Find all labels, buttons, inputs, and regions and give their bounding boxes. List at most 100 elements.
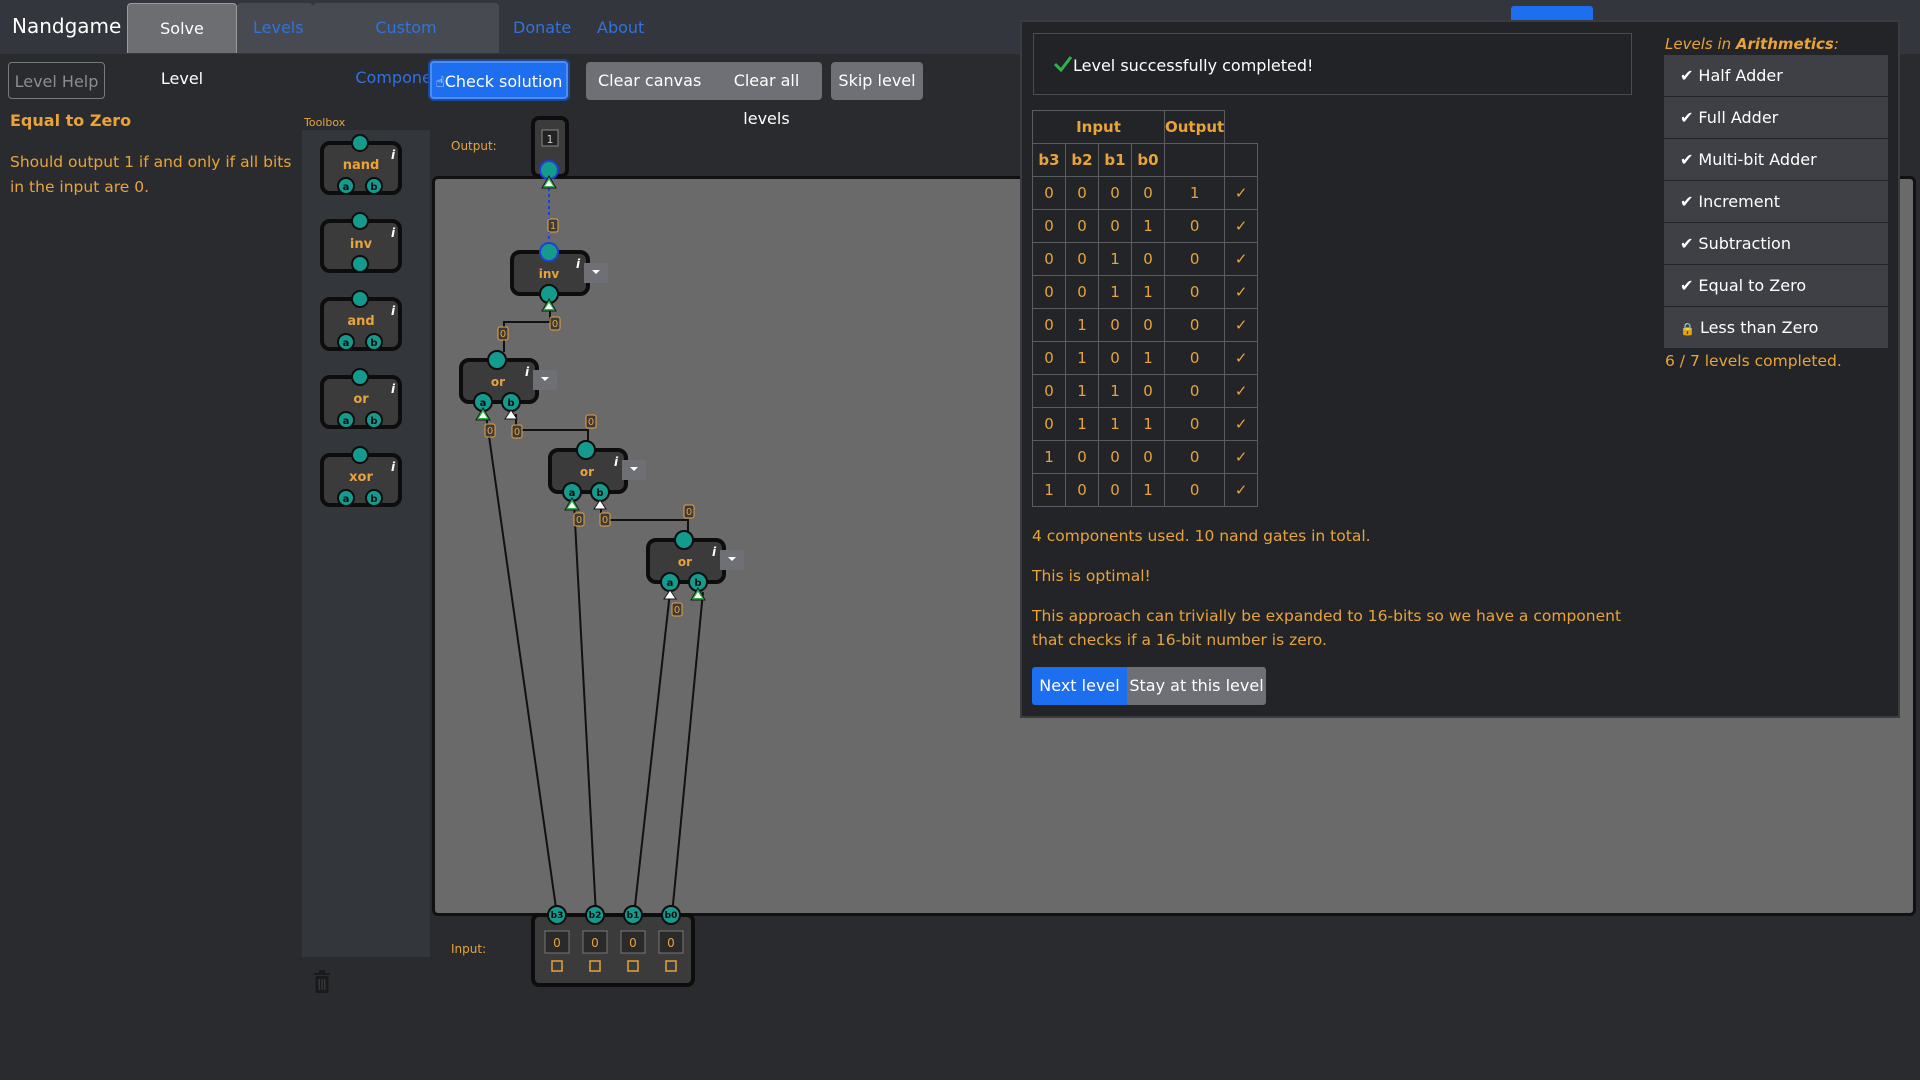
row-check-icon: ✓ bbox=[1224, 440, 1259, 474]
truth-table-cell: 0 bbox=[1065, 242, 1099, 276]
truth-table-cell: 0 bbox=[1131, 374, 1165, 408]
svg-text:b: b bbox=[507, 398, 514, 409]
truth-table-row: 0 0 1 1 0 ✓ bbox=[1032, 275, 1259, 309]
check-icon: ✔ bbox=[1680, 276, 1694, 295]
truth-table-cell: 1 bbox=[1131, 473, 1165, 507]
level-item-label: Full Adder bbox=[1698, 108, 1779, 127]
truth-table-cell: 0 bbox=[1131, 308, 1165, 342]
svg-text:0: 0 bbox=[552, 319, 558, 330]
row-check-icon: ✓ bbox=[1224, 341, 1259, 375]
truth-table-cell: 0 bbox=[1098, 308, 1132, 342]
stay-at-level-button[interactable]: Stay at this level bbox=[1127, 667, 1266, 705]
gate-or-label: or bbox=[678, 555, 692, 569]
truth-table-cell: 1 bbox=[1098, 407, 1132, 441]
svg-text:b: b bbox=[596, 488, 603, 499]
levels-progress: 6 / 7 levels completed. bbox=[1665, 352, 1842, 370]
checkmark-icon bbox=[1053, 56, 1073, 73]
svg-text:b: b bbox=[370, 182, 377, 193]
svg-text:0: 0 bbox=[487, 426, 493, 437]
truth-table-cell: 1 bbox=[1131, 407, 1165, 441]
svg-text:b: b bbox=[370, 338, 377, 349]
truth-table-row: 0 0 0 0 1 ✓ bbox=[1032, 176, 1259, 210]
truth-table-cell: 0 bbox=[1032, 209, 1066, 243]
svg-text:a: a bbox=[343, 494, 350, 505]
truth-table-cell: 1 bbox=[1065, 407, 1099, 441]
svg-text:0: 0 bbox=[588, 417, 594, 428]
gate-or-2[interactable]: or i a b bbox=[548, 440, 646, 511]
row-check-icon: ✓ bbox=[1224, 176, 1259, 210]
level-item-label: Equal to Zero bbox=[1698, 276, 1807, 295]
toolbox-or[interactable]: or i a b bbox=[320, 368, 402, 429]
svg-text:a: a bbox=[343, 182, 350, 193]
toolbox-inv[interactable]: inv i bbox=[320, 212, 402, 273]
truth-table-cell: 0 bbox=[1163, 242, 1226, 276]
svg-text:0: 0 bbox=[674, 605, 680, 616]
truth-table-cell: 0 bbox=[1065, 209, 1099, 243]
truth-table-cell: 0 bbox=[1163, 341, 1226, 375]
gate-or-label: or bbox=[491, 375, 505, 389]
check-icon: ✔ bbox=[1680, 108, 1694, 127]
toolbox-xor-label: xor bbox=[349, 470, 373, 485]
lock-icon: 🔒 bbox=[1680, 322, 1695, 336]
check-icon: ✔ bbox=[1680, 192, 1694, 211]
toolbox-and-label: and bbox=[347, 314, 374, 329]
level-item-less-than-zero[interactable]: 🔒 Less than Zero bbox=[1664, 307, 1888, 348]
pin-b1: b1 bbox=[627, 911, 640, 921]
truth-table-input-header: Input bbox=[1032, 110, 1165, 144]
level-item-increment[interactable]: ✔ Increment bbox=[1664, 181, 1888, 222]
truth-table-cell: 1 bbox=[1065, 308, 1099, 342]
truth-table-cell: 0 bbox=[1032, 275, 1066, 309]
level-item-subtraction[interactable]: ✔ Subtraction bbox=[1664, 223, 1888, 264]
truth-table-cell: 0 bbox=[1032, 407, 1066, 441]
column-header-b1: b1 bbox=[1098, 143, 1132, 177]
result-summary: 4 components used. 10 nand gates in tota… bbox=[1032, 527, 1371, 545]
toolbox-inv-label: inv bbox=[350, 237, 373, 252]
input-value-b0: 0 bbox=[667, 936, 675, 950]
truth-table-cell: 1 bbox=[1098, 242, 1132, 276]
svg-text:0: 0 bbox=[602, 515, 608, 526]
pin-b3: b3 bbox=[551, 911, 564, 921]
level-item-label: Subtraction bbox=[1698, 234, 1791, 253]
level-item-multi-bit-adder[interactable]: ✔ Multi-bit Adder bbox=[1664, 139, 1888, 180]
result-optimal: This is optimal! bbox=[1032, 567, 1151, 585]
truth-table-row: 1 0 0 1 0 ✓ bbox=[1032, 473, 1259, 507]
toolbox-xor[interactable]: xor i a b bbox=[320, 446, 402, 507]
level-item-half-adder[interactable]: ✔ Half Adder bbox=[1664, 55, 1888, 96]
row-check-icon: ✓ bbox=[1224, 473, 1259, 507]
gate-or-3[interactable]: or i a b bbox=[646, 530, 744, 601]
column-header-b2: b2 bbox=[1065, 143, 1099, 177]
truth-table-row: 0 1 1 1 0 ✓ bbox=[1032, 407, 1259, 441]
truth-table-cell: 0 bbox=[1163, 407, 1226, 441]
truth-table-row: 0 1 1 0 0 ✓ bbox=[1032, 374, 1259, 408]
level-item-full-adder[interactable]: ✔ Full Adder bbox=[1664, 97, 1888, 138]
truth-table-cell: 0 bbox=[1098, 473, 1132, 507]
toolbox-and[interactable]: and i a b bbox=[320, 290, 402, 351]
input-value-b3: 0 bbox=[553, 936, 561, 950]
row-check-icon: ✓ bbox=[1224, 209, 1259, 243]
gate-or-1[interactable]: or i a b bbox=[459, 350, 557, 421]
truth-table-cell: 1 bbox=[1163, 176, 1226, 210]
truth-table-cell: 0 bbox=[1032, 374, 1066, 408]
truth-table-cell: 1 bbox=[1065, 374, 1099, 408]
level-item-equal-to-zero[interactable]: ✔ Equal to Zero bbox=[1664, 265, 1888, 306]
input-node[interactable]: b3 b2 b1 b0 0 0 0 0 bbox=[531, 905, 695, 987]
truth-table-row: 0 1 0 1 0 ✓ bbox=[1032, 341, 1259, 375]
svg-text:a: a bbox=[343, 338, 350, 349]
output-value: 1 bbox=[547, 133, 554, 146]
truth-table-row: 0 1 0 0 0 ✓ bbox=[1032, 308, 1259, 342]
truth-table-cell: 1 bbox=[1131, 209, 1165, 243]
result-note: This approach can trivially be expanded … bbox=[1032, 607, 1622, 649]
truth-table-cell: 0 bbox=[1098, 209, 1132, 243]
toolbox-nand[interactable]: nand i a b bbox=[320, 134, 402, 195]
svg-text:0: 0 bbox=[686, 507, 692, 518]
truth-table-cell: 0 bbox=[1098, 440, 1132, 474]
level-item-label: Half Adder bbox=[1698, 66, 1783, 85]
svg-text:b: b bbox=[370, 416, 377, 427]
gate-inv[interactable]: inv i bbox=[510, 242, 608, 312]
top-blue-button[interactable] bbox=[1511, 6, 1593, 20]
levels-list: ✔ Half Adder ✔ Full Adder ✔ Multi-bit Adder ✔ I… bbox=[1664, 55, 1888, 349]
output-node[interactable]: 1 bbox=[531, 116, 569, 189]
row-check-icon: ✓ bbox=[1224, 374, 1259, 408]
row-check-icon: ✓ bbox=[1224, 308, 1259, 342]
next-level-button[interactable]: Next level bbox=[1032, 667, 1127, 705]
